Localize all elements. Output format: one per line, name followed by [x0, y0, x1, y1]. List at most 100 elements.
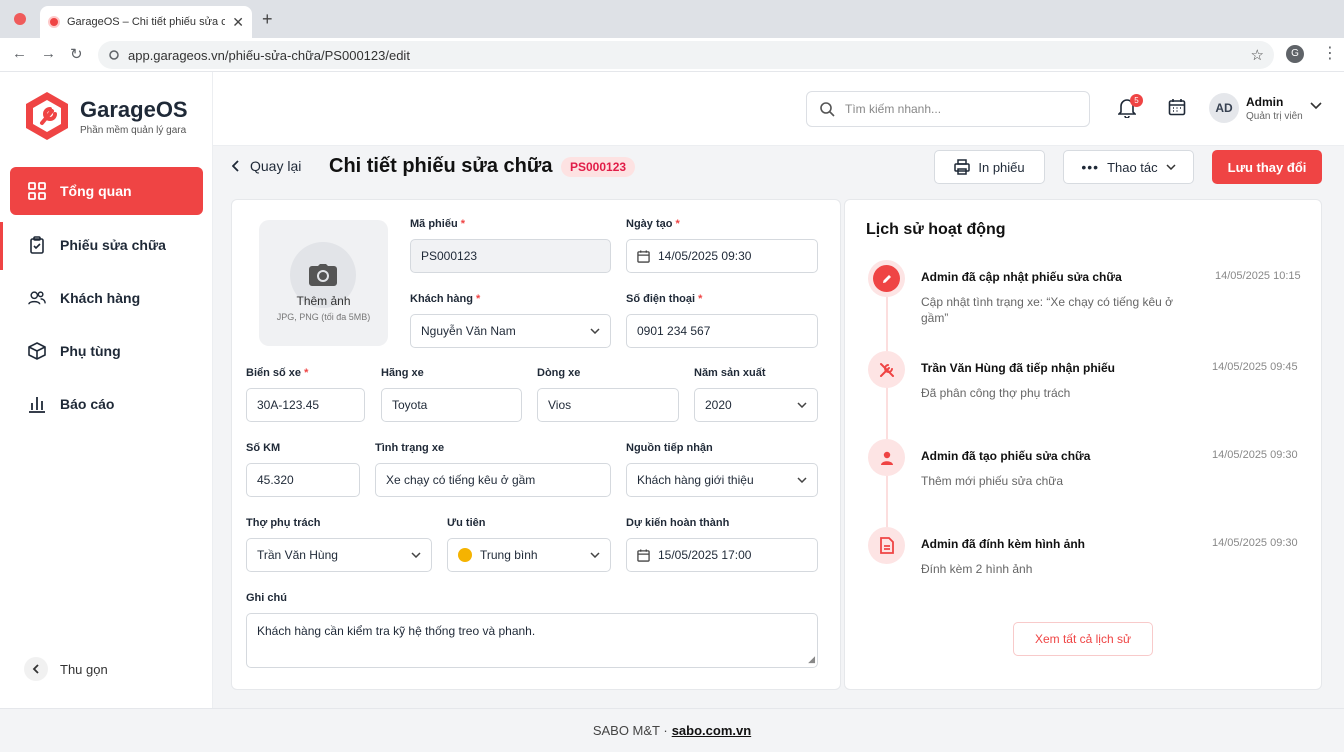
eta-value: 15/05/2025 17:00 — [658, 548, 752, 562]
profile-avatar[interactable]: G — [1286, 45, 1304, 63]
sidebar-item-label: Phụ tùng — [60, 343, 121, 359]
phone-field[interactable]: 0901 234 567 — [626, 314, 818, 348]
footer-link[interactable]: sabo.com.vn — [672, 723, 751, 738]
actions-label: Thao tác — [1107, 159, 1158, 175]
calendar-icon[interactable] — [1168, 98, 1186, 116]
wrench-icon — [868, 351, 905, 388]
technician-label: Thợ phụ trách — [246, 517, 321, 529]
chevron-left-icon — [232, 160, 239, 172]
history-item-desc: Đính kèm 2 hình ảnh — [921, 562, 1033, 576]
user-role: Quản trị viên — [1246, 111, 1303, 122]
reload-icon[interactable]: ↻ — [70, 45, 83, 63]
sidebar-item-label: Tổng quan — [60, 183, 132, 199]
favicon-icon — [48, 16, 60, 28]
condition-field[interactable]: Xe chạy có tiếng kêu ở gầm — [375, 463, 611, 497]
search-input[interactable]: Tìm kiếm nhanh... — [806, 91, 1090, 127]
eta-field[interactable]: 15/05/2025 17:00 — [626, 538, 818, 572]
source-value: Khách hàng giới thiệu — [637, 473, 754, 487]
km-label: Số KM — [246, 442, 281, 454]
sidebar-item-reports[interactable]: Báo cáo — [10, 380, 203, 428]
tab-close-icon[interactable]: ✕ — [232, 14, 244, 31]
model-label: Dòng xe — [537, 367, 581, 379]
top-bar: Tìm kiếm nhanh... 5 AD Admin Quản trị vi… — [213, 72, 1344, 146]
user-icon — [868, 439, 905, 476]
photo-upload[interactable]: Thêm ảnh JPG, PNG (tối đa 5MB) — [259, 220, 388, 346]
bar-chart-icon — [28, 395, 46, 413]
priority-value: Trung bình — [480, 548, 538, 562]
brand-value: Toyota — [392, 398, 428, 412]
print-button[interactable]: In phiếu — [934, 150, 1045, 184]
timeline-line — [886, 290, 888, 548]
year-select[interactable]: 2020 — [694, 388, 818, 422]
sidebar-item-label: Báo cáo — [60, 396, 115, 412]
notes-value: Khách hàng cần kiểm tra kỹ hệ thống treo… — [257, 624, 536, 638]
customer-label: Khách hàng * — [410, 293, 481, 305]
page-title: Chi tiết phiếu sửa chữa — [329, 155, 553, 177]
history-item-time: 14/05/2025 10:15 — [1215, 270, 1301, 282]
tab-title: GarageOS – Chi tiết phiếu sửa chữa — [67, 16, 226, 28]
history-item-desc: Đã phân công thợ phụ trách — [921, 386, 1071, 400]
model-field[interactable]: Vios — [537, 388, 679, 422]
chevron-down-icon[interactable] — [1310, 102, 1322, 110]
bookmark-star-icon[interactable]: ☆ — [1251, 46, 1264, 64]
document-icon — [868, 527, 905, 564]
plate-field[interactable]: 30A-123.45 — [246, 388, 365, 422]
footer-company: SABO M&T · — [592, 723, 668, 738]
km-field[interactable]: 45.320 — [246, 463, 360, 497]
sidebar-item-dashboard[interactable]: Tổng quan — [10, 167, 203, 215]
ticket-code-field: PS000123 — [410, 239, 611, 273]
avatar[interactable]: AD — [1209, 93, 1239, 123]
back-button[interactable]: Quay lại — [232, 158, 301, 174]
condition-label: Tình trạng xe — [375, 442, 445, 454]
plate-label: Biển số xe * — [246, 367, 309, 379]
brand-label: Hãng xe — [381, 367, 424, 379]
history-item-title: Trần Văn Hùng đã tiếp nhận phiếu — [921, 361, 1116, 375]
created-date-field[interactable]: 14/05/2025 09:30 — [626, 239, 818, 273]
source-select[interactable]: Khách hàng giới thiệu — [626, 463, 818, 497]
chevron-down-icon — [1166, 164, 1176, 170]
chevron-down-icon — [590, 552, 600, 558]
site-info-icon[interactable] — [108, 49, 120, 61]
actions-dropdown[interactable]: ••• Thao tác — [1063, 150, 1194, 184]
save-button[interactable]: Lưu thay đổi — [1212, 150, 1322, 184]
collapse-sidebar[interactable]: Thu gọn — [24, 657, 108, 681]
notes-textarea[interactable]: Khách hàng cần kiểm tra kỹ hệ thống treo… — [246, 613, 818, 668]
browser-menu-icon[interactable]: ⋮ — [1322, 43, 1338, 63]
sidebar-item-label: Khách hàng — [60, 290, 141, 306]
brand-name: GarageOS — [80, 96, 188, 122]
year-label: Năm sản xuất — [694, 367, 766, 379]
view-all-history-button[interactable]: Xem tất cả lịch sử — [1013, 622, 1153, 656]
km-value: 45.320 — [257, 473, 294, 487]
history-item-time: 14/05/2025 09:30 — [1212, 537, 1298, 549]
ticket-code-label: Mã phiếu * — [410, 218, 466, 230]
sidebar-item-parts[interactable]: Phụ tùng — [10, 327, 203, 375]
technician-value: Trần Văn Hùng — [257, 548, 338, 562]
chevron-down-icon — [797, 477, 807, 483]
resize-handle-icon[interactable]: ◢ — [808, 654, 815, 665]
browser-tab-bar: GarageOS – Chi tiết phiếu sửa chữa ✕ + — [0, 0, 1344, 38]
brand-tagline: Phần mềm quản lý gara — [80, 124, 187, 136]
back-label: Quay lại — [250, 158, 302, 174]
browser-tab[interactable]: GarageOS – Chi tiết phiếu sửa chữa ✕ — [40, 6, 252, 38]
user-name[interactable]: Admin — [1246, 95, 1283, 109]
dashboard-icon — [28, 182, 46, 200]
forward-arrow-icon[interactable]: → — [41, 45, 56, 62]
sidebar-item-repair-tickets[interactable]: Phiếu sửa chữa — [10, 221, 203, 269]
condition-value: Xe chạy có tiếng kêu ở gầm — [386, 473, 536, 487]
printer-icon — [954, 159, 971, 175]
brand-logo[interactable]: GarageOS Phần mềm quản lý gara — [24, 90, 188, 142]
new-tab-icon[interactable]: + — [262, 9, 273, 30]
brand-field[interactable]: Toyota — [381, 388, 522, 422]
year-value: 2020 — [705, 398, 732, 412]
url-bar[interactable]: app.garageos.vn/phiếu-sửa-chữa/PS000123/… — [98, 41, 1274, 69]
back-arrow-icon[interactable]: ← — [12, 45, 27, 62]
customer-select[interactable]: Nguyễn Văn Nam — [410, 314, 611, 348]
priority-select[interactable]: Trung bình — [447, 538, 611, 572]
window-close-dot[interactable] — [14, 13, 26, 25]
ticket-code-value: PS000123 — [421, 249, 478, 263]
search-icon — [820, 102, 835, 117]
sidebar-item-customers[interactable]: Khách hàng — [10, 274, 203, 322]
upload-hint: JPG, PNG (tối đa 5MB) — [276, 312, 371, 322]
sidebar-item-label: Phiếu sửa chữa — [60, 237, 166, 253]
technician-select[interactable]: Trần Văn Hùng — [246, 538, 432, 572]
